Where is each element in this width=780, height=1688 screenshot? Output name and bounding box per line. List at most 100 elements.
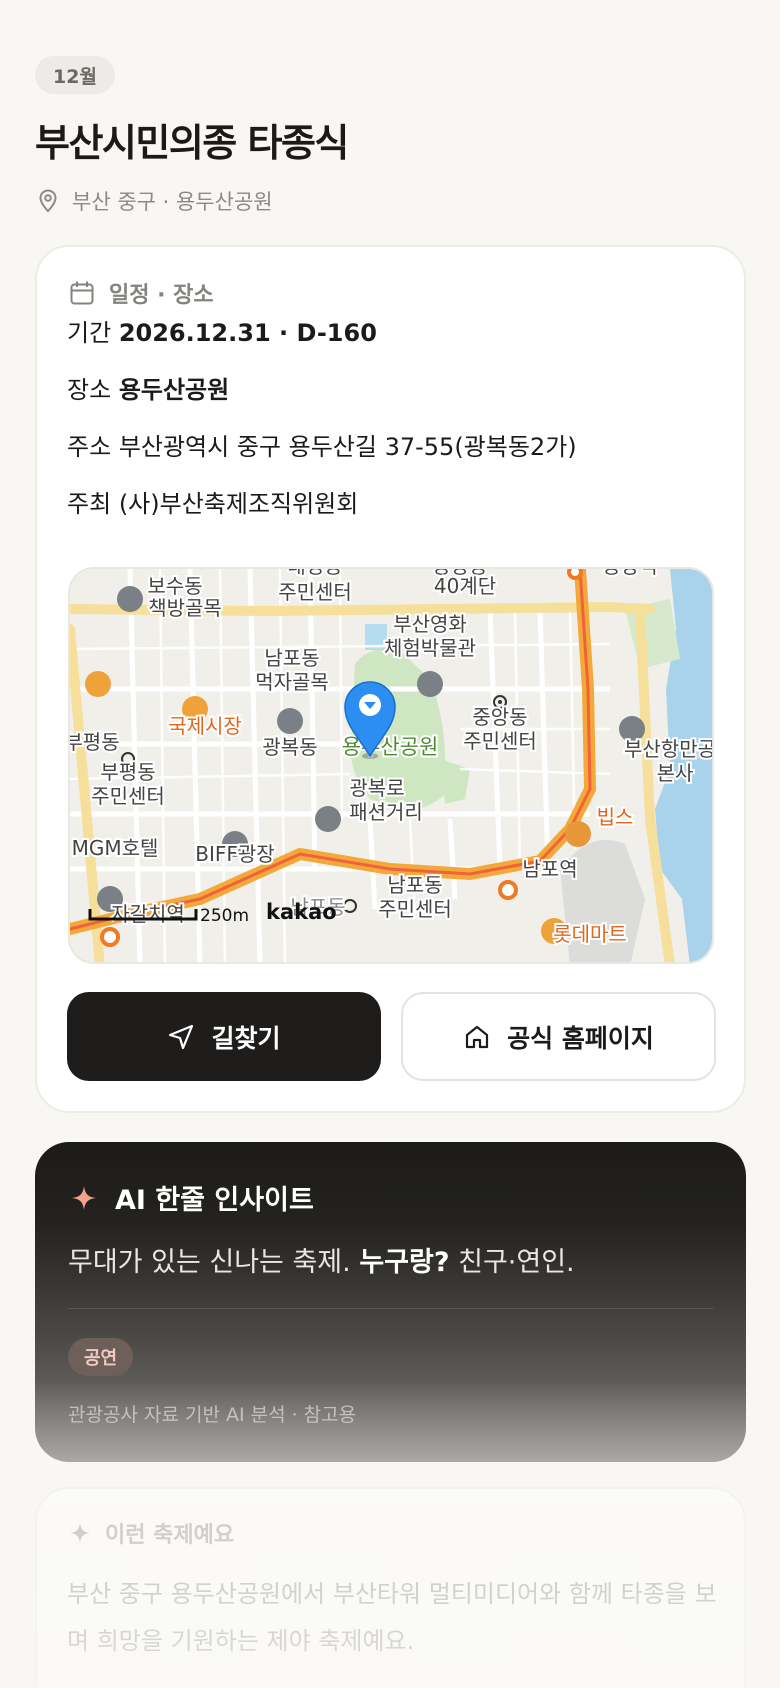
map-label: 부산항만공 [624, 737, 714, 761]
svg-text:국제시장: 국제시장 [168, 714, 242, 738]
address-row: 주소 부산광역시 중구 용두산길 37-55(광복동2가) [67, 427, 577, 462]
svg-text:MGM호텔: MGM호텔 [72, 836, 159, 860]
map-brand: kakao [266, 900, 337, 924]
ai-line-prefix: 무대가 있는 신나는 축제. [68, 1247, 351, 1278]
map-label: 책방골목 [148, 596, 222, 620]
host-value: (사)부산축제조직위원회 [118, 490, 359, 518]
ai-heading: AI 한줄 인사이트 [71, 1178, 314, 1217]
svg-text:대청동: 대청동 [287, 569, 342, 578]
homepage-button[interactable]: 공식 홈페이지 [401, 992, 716, 1081]
svg-text:중앙역: 중앙역 [602, 569, 657, 578]
venue-row: 장소 용두산공원 [67, 370, 229, 405]
page-title: 부산시민의종 타종식 [35, 121, 349, 165]
home-icon [466, 1025, 489, 1048]
map-label: 빕스 [597, 805, 634, 829]
map-label: 본사 [657, 761, 694, 785]
svg-text:kakao: kakao [266, 900, 337, 924]
map-label: 체험박물관 [384, 636, 476, 660]
svg-text:부평동: 부평동 [70, 730, 120, 754]
location-pin-icon [39, 189, 57, 213]
host-label: 주최 [67, 490, 112, 518]
period-row: 기간 2026.12.31 · D-160 [67, 313, 377, 348]
svg-text:광복로: 광복로 [349, 776, 404, 800]
map-label: 남포역 [522, 857, 577, 881]
map-label: 국제시장 [168, 714, 242, 738]
festival-detail-page: 12월 부산시민의종 타종식 부산 중구 · 용두산공원 일정 · 장소 기간 … [0, 0, 780, 1688]
venue-value: 용두산공원 [118, 376, 230, 404]
map-label: BIFF광장 [195, 842, 274, 866]
map-label: 패션거리 [349, 800, 423, 824]
map-label: 부평동 [70, 730, 120, 754]
month-badge: 12월 [35, 56, 115, 94]
map-label: 남포동 [387, 873, 442, 897]
map-label: 대청동 [287, 569, 342, 578]
svg-text:롯데마트: 롯데마트 [553, 922, 627, 946]
description-heading-text: 이런 축제예요 [105, 1523, 235, 1548]
directions-button[interactable]: 길찾기 [67, 992, 381, 1081]
description-text: 부산 중구 용두산공원에서 부산타워 멀티미디어와 함께 타종을 보며 희망을 … [67, 1580, 717, 1655]
map-label: 남포동 [264, 646, 319, 670]
map-label: 용두산공원 [342, 735, 439, 759]
svg-text:남포역: 남포역 [522, 857, 577, 881]
map-label: MGM호텔 [72, 836, 159, 860]
svg-text:BIFF광장: BIFF광장 [195, 842, 274, 866]
map-label: 중앙동 [472, 705, 527, 729]
svg-text:빕스: 빕스 [597, 805, 634, 829]
map-scale-text: 250m [200, 906, 249, 926]
description-heading: 이런 축제예요 [69, 1517, 234, 1549]
svg-text:남포동: 남포동 [387, 873, 442, 897]
homepage-label: 공식 홈페이지 [507, 1023, 654, 1053]
ai-heading-text: AI 한줄 인사이트 [115, 1185, 314, 1216]
host-row: 주최 (사)부산축제조직위원회 [67, 484, 358, 519]
svg-text:주민센터: 주민센터 [378, 897, 452, 921]
map-label: 주민센터 [378, 897, 452, 921]
map-label: 롯데마트 [553, 922, 627, 946]
svg-text:체험박물관: 체험박물관 [384, 636, 476, 660]
description-card: 이런 축제예요 부산 중구 용두산공원에서 부산타워 멀티미디어와 함께 타종을… [35, 1487, 746, 1688]
svg-text:250m: 250m [200, 906, 249, 926]
period-label: 기간 [67, 319, 112, 347]
svg-text:보수동: 보수동 [147, 574, 202, 598]
sparkle-icon [72, 1185, 96, 1210]
location-map[interactable]: 보수동 책방골목 대청동 주민센터 동광동 40계단 중앙역 부산영화 체험박물… [68, 567, 714, 964]
directions-label: 길찾기 [211, 1023, 281, 1053]
location-row: 부산 중구 · 용두산공원 [38, 186, 273, 216]
svg-text:자갈치역: 자갈치역 [111, 902, 185, 926]
map-label: 광복로 [349, 776, 404, 800]
svg-text:본사: 본사 [657, 761, 694, 785]
svg-text:부산영화: 부산영화 [393, 612, 467, 636]
ai-line-bold: 누구랑? [359, 1247, 450, 1278]
period-value: 2026.12.31 · D-160 [118, 319, 377, 347]
map-label: 광복동 [262, 735, 317, 759]
svg-text:부평동: 부평동 [100, 760, 155, 784]
navigation-arrow-icon [169, 1024, 194, 1049]
map-label: 부산영화 [393, 612, 467, 636]
svg-text:주민센터: 주민센터 [463, 729, 537, 753]
map-label: 자갈치역 [111, 902, 185, 926]
svg-text:40계단: 40계단 [434, 574, 496, 598]
address-label: 주소 [67, 433, 112, 461]
svg-text:용두산공원: 용두산공원 [342, 735, 439, 759]
divider [68, 1308, 713, 1309]
ai-insight-card: AI 한줄 인사이트 무대가 있는 신나는 축제. 누구랑? 친구·연인. 공연… [35, 1142, 746, 1462]
map-label: 주민센터 [278, 580, 352, 604]
svg-text:부산항만공: 부산항만공 [624, 737, 714, 761]
calendar-icon [70, 281, 94, 305]
ai-disclaimer: 관광공사 자료 기반 AI 분석 · 참고용 [68, 1404, 357, 1426]
schedule-place-card: 일정 · 장소 기간 2026.12.31 · D-160 장소 용두산공원 주… [35, 245, 746, 1113]
location-text: 부산 중구 · 용두산공원 [72, 190, 273, 214]
map-label: 부평동 [100, 760, 155, 784]
card-heading-text: 일정 · 장소 [109, 283, 214, 308]
map-label: 중앙역 [602, 569, 657, 578]
sparkle-icon [69, 1522, 91, 1544]
map-label: 주민센터 [91, 784, 165, 808]
ai-line-suffix: 친구·연인. [458, 1247, 575, 1278]
map-label: 보수동 [147, 574, 202, 598]
svg-text:주민센터: 주민센터 [278, 580, 352, 604]
map-label: 주민센터 [463, 729, 537, 753]
card-heading: 일정 · 장소 [69, 277, 214, 309]
ai-insight-line: 무대가 있는 신나는 축제. 누구랑? 친구·연인. [68, 1240, 575, 1279]
svg-text:남포동: 남포동 [264, 646, 319, 670]
svg-text:먹자골목: 먹자골목 [255, 670, 329, 694]
svg-text:중앙동: 중앙동 [472, 705, 527, 729]
